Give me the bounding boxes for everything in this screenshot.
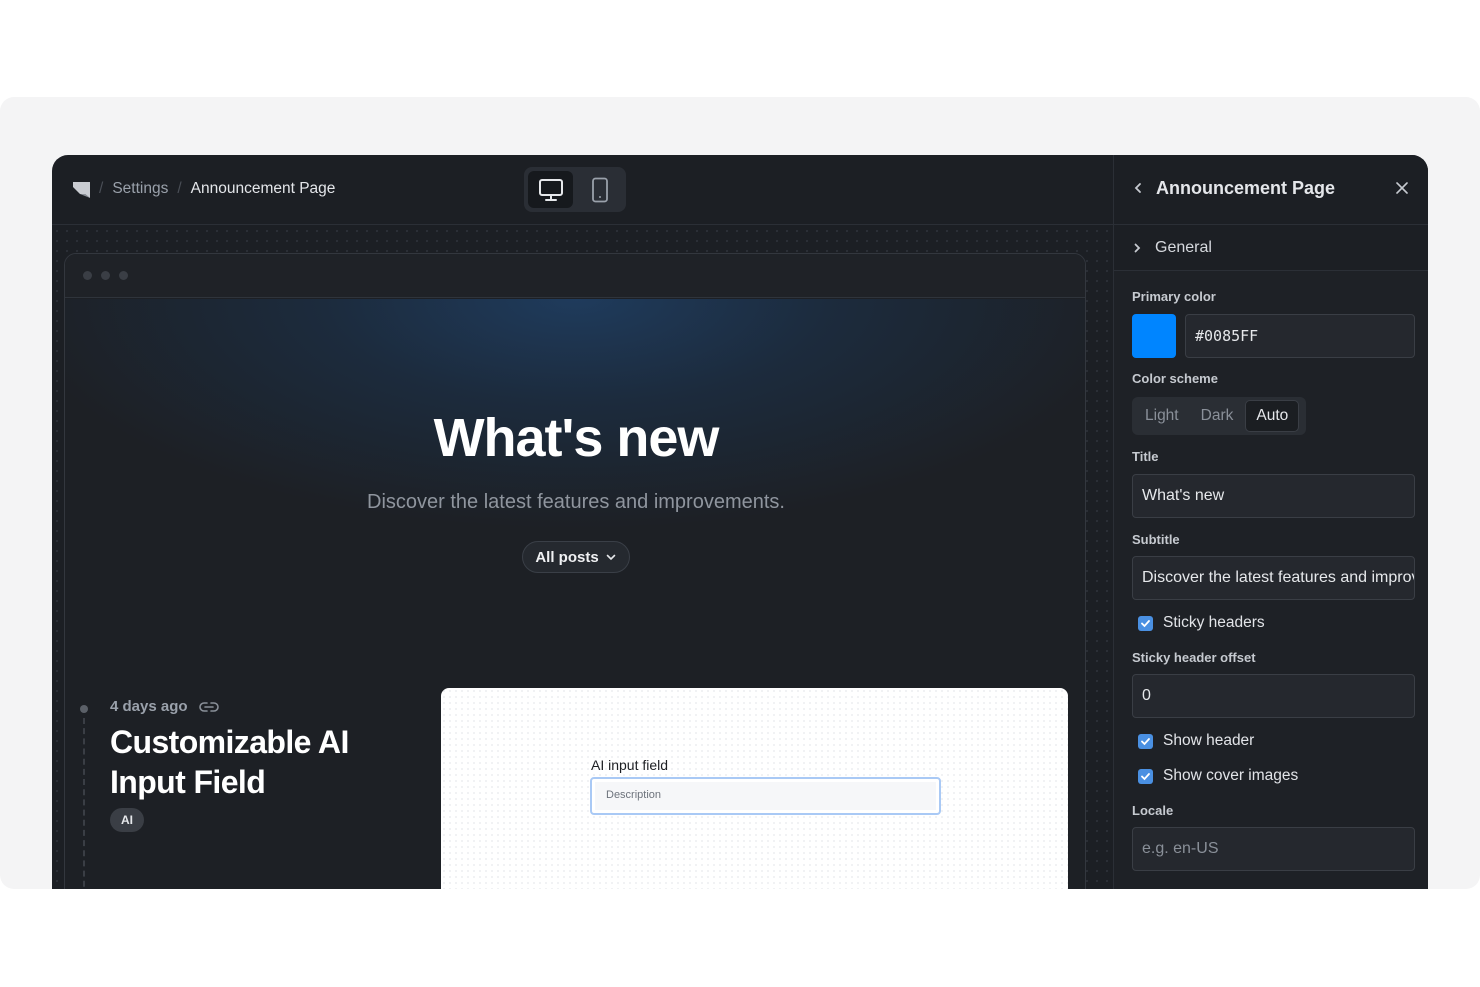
link-icon[interactable] — [198, 700, 220, 714]
panel-title: Announcement Page — [1156, 178, 1336, 198]
desktop-view-button[interactable] — [528, 171, 573, 208]
cover-field: Description — [590, 777, 941, 815]
color-scheme-toggle: Light Dark Auto — [1132, 397, 1306, 435]
title-input[interactable]: What's new — [1132, 474, 1415, 518]
show-header-checkbox[interactable] — [1138, 733, 1153, 749]
primary-color-input[interactable]: #0085FF — [1185, 314, 1415, 358]
show-cover-option[interactable]: Show cover images — [1138, 767, 1298, 785]
window-dot — [101, 271, 110, 280]
color-scheme-label: Color scheme — [1132, 371, 1218, 386]
breadcrumb-separator: / — [99, 180, 104, 197]
post-date: 4 days ago — [110, 698, 220, 715]
browser-chrome — [65, 254, 1085, 298]
settings-panel: Announcement Page General Primary color … — [1113, 155, 1428, 889]
show-header-label: Show header — [1163, 732, 1255, 749]
chevron-down-icon — [606, 554, 615, 561]
show-header-option[interactable]: Show header — [1138, 732, 1254, 750]
panel-header: Announcement Page — [1114, 155, 1428, 225]
cover-field-placeholder: Description — [606, 789, 662, 801]
primary-color-label: Primary color — [1132, 289, 1216, 304]
locale-input[interactable]: e.g. en-US — [1132, 827, 1415, 871]
subtitle-input[interactable]: Discover the latest features and improve… — [1132, 556, 1415, 600]
logo-icon[interactable] — [72, 181, 92, 199]
top-bar: / Settings / Announcement Page — [52, 155, 1113, 225]
primary-color-swatch[interactable] — [1132, 314, 1176, 358]
sticky-headers-option[interactable]: Sticky headers — [1138, 614, 1265, 632]
checkmark-icon — [1141, 737, 1150, 745]
close-icon[interactable] — [1395, 181, 1409, 195]
post-tag[interactable]: AI — [110, 808, 144, 832]
scheme-light-option[interactable]: Light — [1135, 400, 1189, 432]
title-label: Title — [1132, 449, 1159, 464]
section-general-label: General — [1155, 239, 1212, 256]
sticky-headers-checkbox[interactable] — [1138, 615, 1153, 631]
page-backdrop: / Settings / Announcement Page What's ne… — [0, 97, 1480, 889]
hero-subtitle: Discover the latest features and improve… — [367, 491, 785, 513]
hero-title: What's new — [433, 408, 720, 468]
tablet-view-button[interactable] — [577, 171, 622, 208]
section-general[interactable]: General — [1114, 226, 1428, 271]
hero-section: What's new Discover the latest features … — [65, 299, 1085, 679]
preview-canvas: What's new Discover the latest features … — [52, 226, 1113, 889]
chevron-right-icon — [1134, 243, 1141, 253]
checkmark-icon — [1141, 619, 1150, 627]
window-dot — [83, 271, 92, 280]
post-title[interactable]: Customizable AI Input Field — [110, 722, 410, 802]
sticky-headers-label: Sticky headers — [1163, 614, 1265, 631]
breadcrumb: / Settings / Announcement Page — [99, 180, 335, 198]
window-dot — [119, 271, 128, 280]
sticky-offset-label: Sticky header offset — [1132, 650, 1256, 665]
post-date-text: 4 days ago — [110, 698, 188, 715]
posts-filter-label: All posts — [535, 548, 599, 566]
checkmark-icon — [1141, 772, 1150, 780]
scheme-dark-option[interactable]: Dark — [1191, 400, 1244, 432]
timeline-line — [83, 718, 85, 889]
tablet-icon — [591, 177, 608, 202]
post-cover-image: AI input field Description — [441, 688, 1068, 889]
subtitle-label: Subtitle — [1132, 532, 1180, 547]
locale-label: Locale — [1132, 803, 1174, 818]
breadcrumb-separator: / — [177, 180, 182, 197]
panel-body: Primary color #0085FF Color scheme Light… — [1114, 271, 1428, 889]
posts-filter-button[interactable]: All posts — [522, 541, 630, 573]
show-cover-label: Show cover images — [1163, 767, 1299, 784]
app-window: / Settings / Announcement Page What's ne… — [52, 155, 1428, 889]
monitor-icon — [538, 178, 563, 201]
chevron-left-icon[interactable] — [1132, 181, 1144, 195]
sticky-offset-input[interactable]: 0 — [1132, 674, 1415, 718]
breadcrumb-current: Announcement Page — [190, 180, 336, 197]
cover-field-label: AI input field — [591, 757, 669, 773]
breadcrumb-settings[interactable]: Settings — [112, 180, 168, 198]
scheme-auto-option[interactable]: Auto — [1245, 400, 1300, 432]
browser-frame: What's new Discover the latest features … — [64, 253, 1086, 889]
timeline-dot — [80, 705, 88, 713]
device-toggle — [524, 167, 626, 212]
show-cover-checkbox[interactable] — [1138, 768, 1153, 784]
